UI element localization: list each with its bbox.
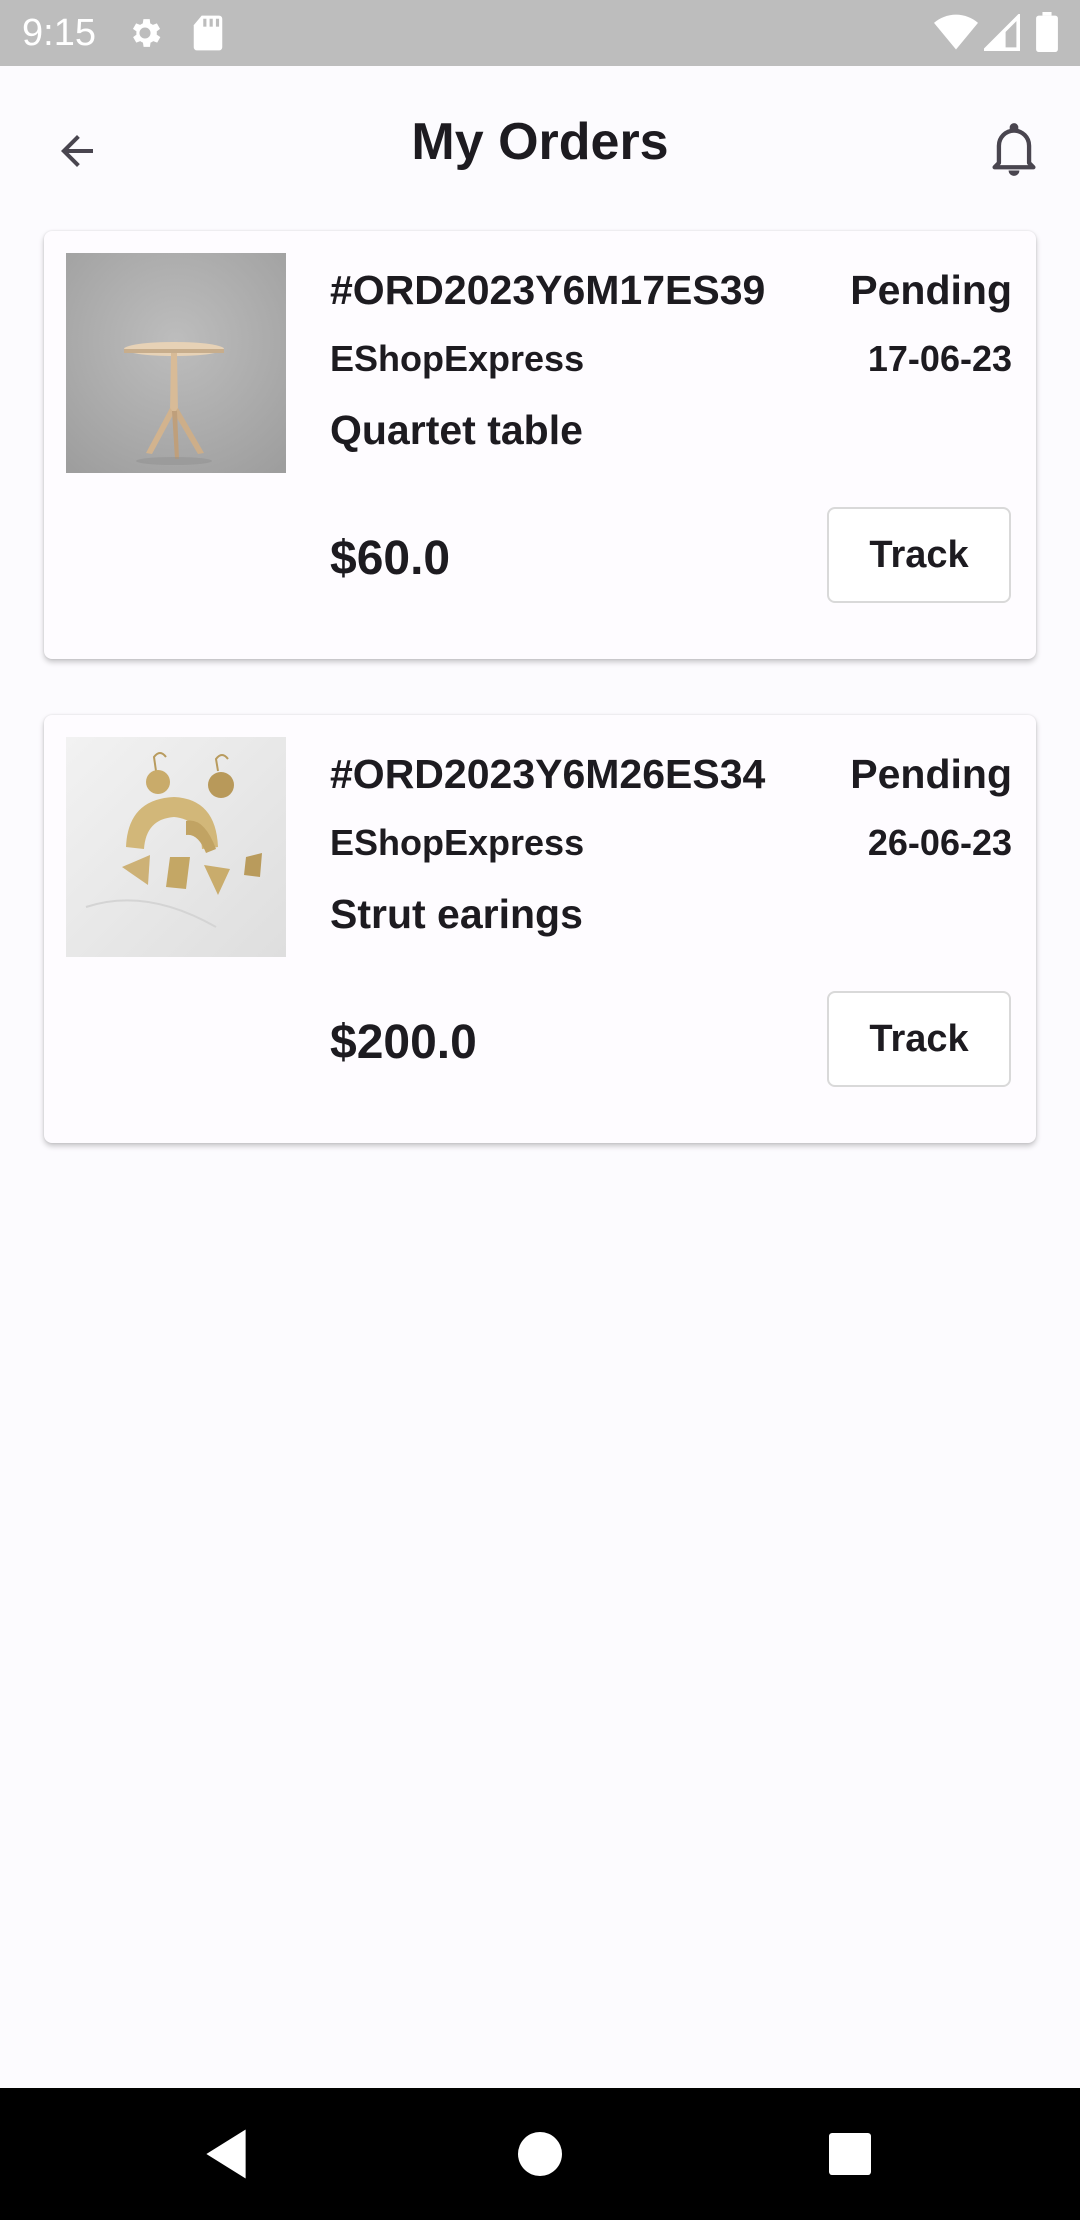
order-id: #ORD2023Y6M26ES34 — [330, 751, 766, 797]
page-title: My Orders — [411, 113, 669, 171]
order-date: 17-06-23 — [867, 338, 1012, 379]
system-navigation-bar — [0, 2088, 1080, 2220]
product-image-earrings — [66, 737, 286, 957]
screen: 9:15 My Orders #ORD2023Y6M17ES39 Pending… — [0, 0, 1080, 2220]
order-price: $60.0 — [330, 532, 451, 585]
order-date: 26-06-23 — [867, 822, 1012, 863]
order-price: $200.0 — [330, 1016, 477, 1069]
wifi-icon — [934, 14, 978, 57]
battery-icon — [1036, 12, 1058, 57]
nav-recents-button[interactable] — [810, 2114, 890, 2194]
status-time: 9:15 — [22, 12, 96, 54]
recents-square-icon — [829, 2133, 871, 2175]
store-name: EShopExpress — [330, 822, 585, 863]
order-status: Pending — [850, 751, 1012, 797]
nav-back-button[interactable] — [186, 2114, 266, 2194]
sd-card-icon — [192, 14, 224, 57]
table-photo — [66, 253, 286, 473]
product-name: Quartet table — [330, 407, 583, 453]
gear-icon — [126, 14, 164, 57]
cellular-signal-icon — [981, 12, 1020, 57]
store-name: EShopExpress — [330, 338, 585, 379]
order-id: #ORD2023Y6M17ES39 — [330, 267, 766, 313]
app-bar: My Orders — [0, 66, 1080, 222]
order-status: Pending — [850, 267, 1012, 313]
notifications-button[interactable] — [974, 110, 1054, 190]
nav-home-button[interactable] — [500, 2114, 580, 2194]
product-name: Strut earings — [330, 891, 583, 937]
product-image-table — [66, 253, 286, 473]
track-button[interactable]: Track — [827, 507, 1011, 603]
bell-icon — [992, 123, 1036, 176]
status-bar: 9:15 — [0, 0, 1080, 66]
order-card[interactable]: #ORD2023Y6M17ES39 Pending EShopExpress 1… — [44, 231, 1036, 659]
back-triangle-icon — [206, 2129, 246, 2179]
home-circle-icon — [518, 2132, 562, 2176]
earrings-photo — [66, 737, 286, 957]
order-card[interactable]: #ORD2023Y6M26ES34 Pending EShopExpress 2… — [44, 715, 1036, 1143]
track-button[interactable]: Track — [827, 991, 1011, 1087]
